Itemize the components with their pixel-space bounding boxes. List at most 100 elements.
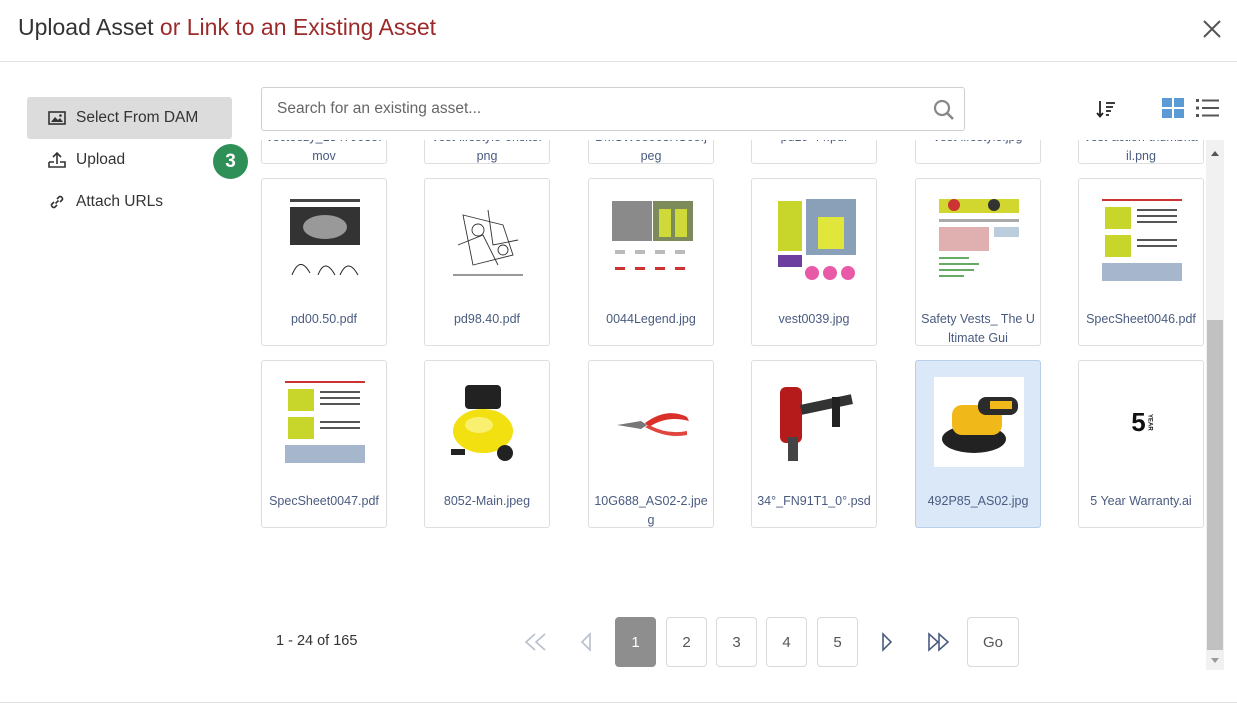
asset-card[interactable]: pd98.40.pdf	[424, 178, 550, 346]
scroll-thumb[interactable]	[1207, 320, 1223, 650]
asset-name: pd98.40.pdf	[453, 312, 521, 326]
asset-card[interactable]: vest-lifestyle-onsite.png	[424, 140, 550, 164]
asset-name: 8052-Main.jpeg	[443, 494, 531, 508]
asset-name: DMSW08063RS05.jpeg	[595, 140, 707, 163]
scroll-up-button[interactable]	[1206, 144, 1224, 162]
asset-thumbnail	[770, 377, 860, 467]
asset-thumbnail: 5 YEAR	[1097, 377, 1187, 467]
asset-thumbnail	[280, 377, 370, 467]
results-range: 1 - 24 of 165	[276, 633, 358, 649]
next-page-button[interactable]	[875, 617, 899, 667]
close-button[interactable]	[1199, 14, 1225, 44]
asset-thumbnail	[280, 195, 370, 285]
search-box	[261, 87, 965, 131]
last-page-button[interactable]	[922, 617, 954, 667]
asset-card[interactable]: vest-action-thumbnail.png	[1078, 140, 1204, 164]
sort-icon	[1096, 101, 1115, 118]
arrow-up-icon	[1211, 151, 1219, 156]
asset-grid: vecteezy_13479035.mov vest-lifestyle-onsi…	[258, 140, 1206, 602]
asset-name: SpecSheet0047.pdf	[269, 494, 379, 508]
sidebar-item-label: Upload	[76, 151, 126, 168]
asset-card[interactable]: 0044Legend.jpg	[588, 178, 714, 346]
asset-thumbnail	[934, 195, 1024, 285]
upload-icon	[47, 150, 67, 170]
title-link-existing[interactable]: or Link to an Existing Asset	[160, 14, 436, 40]
asset-name: 10G688_AS02-2.jpeg	[594, 494, 708, 527]
dialog-header: Upload Asset or Link to an Existing Asse…	[0, 0, 1237, 62]
double-chevron-right-icon	[928, 632, 950, 652]
asset-card[interactable]: 492P85_AS02.jpg	[915, 360, 1041, 528]
asset-thumbnail	[443, 195, 533, 285]
page-2[interactable]: 2	[666, 617, 707, 667]
asset-card[interactable]: vest0039.jpg	[751, 178, 877, 346]
page-4[interactable]: 4	[766, 617, 807, 667]
asset-name: pd00.50.pdf	[290, 312, 358, 326]
asset-thumbnail	[1097, 195, 1187, 285]
sidebar-item-select-from-dam[interactable]: Select From DAM	[27, 97, 232, 139]
sort-button[interactable]	[1093, 96, 1119, 122]
sidebar-item-attach-urls[interactable]: Attach URLs	[27, 181, 232, 223]
step-badge: 3	[213, 144, 248, 179]
asset-card[interactable]: DMSW08063RS05.jpeg	[588, 140, 714, 164]
asset-card[interactable]: 8052-Main.jpeg	[424, 360, 550, 528]
title-upload-asset: Upload Asset	[18, 14, 154, 40]
sidebar: Select From DAM Upload Attach URLs 3	[27, 97, 248, 223]
warranty-logo-number: 5	[1131, 407, 1146, 437]
asset-name: SpecSheet0046.pdf	[1086, 312, 1196, 326]
asset-thumbnail	[934, 377, 1024, 467]
asset-card[interactable]: SpecSheet0046.pdf	[1078, 178, 1204, 346]
image-icon	[47, 108, 67, 128]
asset-name: 34°_FN91T1_0°.psd	[757, 494, 871, 508]
asset-card[interactable]: vecteezy_13479035.mov	[261, 140, 387, 164]
link-icon	[47, 192, 67, 212]
sidebar-item-upload[interactable]: Upload	[27, 139, 232, 181]
asset-thumbnail	[770, 195, 860, 285]
asset-card[interactable]: 10G688_AS02-2.jpeg	[588, 360, 714, 528]
arrow-down-icon	[1211, 658, 1219, 663]
go-button[interactable]: Go	[967, 617, 1019, 667]
page-1[interactable]: 1	[615, 617, 656, 667]
chevron-left-icon	[580, 632, 591, 652]
first-page-button[interactable]	[520, 617, 552, 667]
chevron-right-icon	[882, 632, 893, 652]
asset-card[interactable]: SpecSheet0047.pdf	[261, 360, 387, 528]
warranty-logo: 5 YEAR	[1131, 409, 1152, 435]
sidebar-item-label: Select From DAM	[76, 109, 199, 126]
asset-name: pd19-44.pdf	[756, 140, 872, 147]
footer-divider	[0, 702, 1237, 703]
asset-card[interactable]: vest-lifestyle.jpg	[915, 140, 1041, 164]
asset-name: Safety Vests_ The Ultimate Gui	[921, 312, 1035, 345]
grid-view-button[interactable]	[1160, 95, 1186, 121]
double-chevron-left-icon	[524, 633, 546, 651]
asset-name: 492P85_AS02.jpg	[927, 494, 1029, 508]
list-view-icon	[1196, 99, 1219, 117]
grid-view-icon	[1162, 98, 1184, 118]
asset-name: vecteezy_13479035.mov	[266, 140, 381, 163]
asset-name: vest-action-thumbnail.png	[1084, 140, 1197, 163]
search-icon[interactable]	[932, 98, 956, 122]
scrollbar[interactable]	[1206, 140, 1224, 670]
search-input[interactable]	[263, 89, 923, 129]
page-5[interactable]: 5	[817, 617, 858, 667]
asset-name: vest-lifestyle.jpg	[920, 140, 1036, 147]
page-3[interactable]: 3	[716, 617, 757, 667]
sidebar-item-label: Attach URLs	[76, 193, 164, 210]
asset-card[interactable]: pd00.50.pdf	[261, 178, 387, 346]
asset-card[interactable]: Safety Vests_ The Ultimate Gui	[915, 178, 1041, 346]
list-view-button[interactable]	[1195, 95, 1221, 121]
asset-name: 0044Legend.jpg	[606, 312, 696, 326]
asset-thumbnail	[443, 377, 533, 467]
warranty-logo-word: YEAR	[1146, 413, 1153, 431]
dialog-title: Upload Asset or Link to an Existing Asse…	[18, 14, 436, 41]
scroll-down-button[interactable]	[1206, 652, 1224, 670]
asset-name: vest-lifestyle-onsite.png	[432, 140, 542, 163]
prev-page-button[interactable]	[574, 617, 598, 667]
asset-card[interactable]: 34°_FN91T1_0°.psd	[751, 360, 877, 528]
asset-thumbnail	[607, 195, 697, 285]
asset-card[interactable]: 5 YEAR 5 Year Warranty.ai	[1078, 360, 1204, 528]
asset-name: 5 Year Warranty.ai	[1090, 494, 1192, 508]
asset-thumbnail	[607, 377, 697, 467]
asset-name: vest0039.jpg	[778, 312, 850, 326]
asset-card[interactable]: pd19-44.pdf	[751, 140, 877, 164]
close-icon	[1203, 20, 1221, 38]
